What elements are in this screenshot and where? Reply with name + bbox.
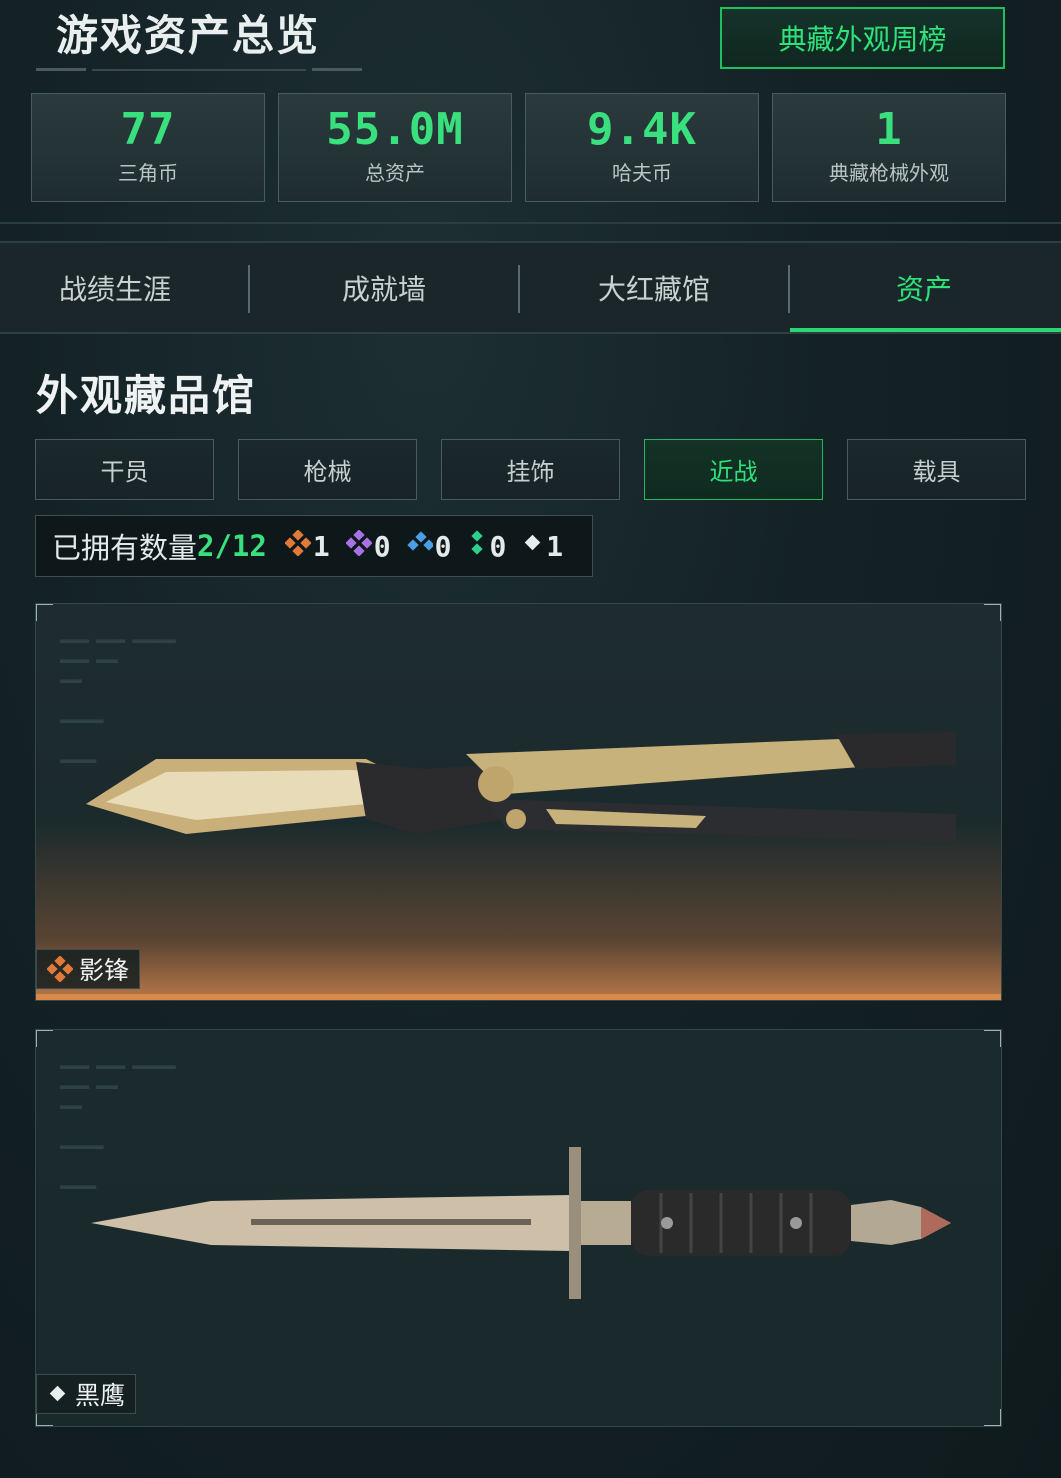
corner-marker <box>984 604 1001 621</box>
category-operators[interactable]: 干员 <box>35 439 214 500</box>
rarity-count: 1 <box>312 529 330 563</box>
tab-bar: 战绩生涯 成就墙 大红藏馆 资产 <box>0 241 1061 334</box>
orange-diamond-icon <box>47 956 73 982</box>
purple-diamond-icon <box>345 528 374 563</box>
corner-marker <box>36 604 53 621</box>
rarity-green: 0 <box>467 530 506 563</box>
stat-value: 1 <box>875 104 903 155</box>
rarity-blue: 0 <box>406 529 452 563</box>
rarity-count: 0 <box>434 529 452 563</box>
butterfly-knife-image <box>86 732 956 842</box>
rarity-count: 1 <box>546 529 564 563</box>
category-vehicles[interactable]: 载具 <box>847 439 1026 500</box>
stat-label: 总资产 <box>365 161 425 185</box>
item-name: 影锋 <box>79 956 130 985</box>
item-name: 黑鹰 <box>75 1381 126 1410</box>
corner-marker <box>984 1409 1001 1426</box>
item-card[interactable]: ▂▂▂▂ ▂▂▂▂ ▂▂▂▂▂▂ ▂▂▂▂ ▂▂▂ ▂▂▂ ▂▂▂▂▂▂ ▂▂▂▂▂… <box>35 603 1002 1001</box>
stat-card-total-assets: 55.0M 总资产 <box>278 93 512 202</box>
weekly-ranking-button[interactable]: 典藏外观周榜 <box>720 7 1005 69</box>
stat-value: 77 <box>120 104 176 155</box>
stat-value: 55.0M <box>326 104 464 155</box>
owned-count: 2/12 <box>197 529 267 563</box>
stat-label: 哈夫币 <box>612 161 672 185</box>
tab-assets[interactable]: 资产 <box>790 243 1058 332</box>
title-underline <box>36 66 362 72</box>
white-diamond-icon <box>47 1381 69 1407</box>
rarity-purple: 0 <box>345 528 391 563</box>
section-title: 外观藏品馆 <box>36 371 257 420</box>
owned-count-bar: 已拥有数量 2/12 1 0 0 0 1 <box>35 515 593 577</box>
tab-career-stats[interactable]: 战绩生涯 <box>0 243 230 332</box>
owned-label: 已拥有数量 <box>52 531 198 565</box>
stat-label: 典藏枪械外观 <box>829 161 949 185</box>
white-diamond-icon <box>522 530 546 563</box>
tab-red-collection[interactable]: 大红藏馆 <box>520 243 788 332</box>
active-tab-indicator <box>790 328 1061 332</box>
blue-diamond-icon <box>406 530 435 563</box>
stat-value: 9.4K <box>587 104 697 155</box>
item-card[interactable]: ▂▂▂▂ ▂▂▂▂ ▂▂▂▂▂▂ ▂▂▂▂ ▂▂▂ ▂▂▂ ▂▂▂▂▂▂ ▂▂▂▂▂… <box>35 1029 1002 1427</box>
header-divider <box>0 222 1061 224</box>
item-name-tag: 黑鹰 <box>36 1374 137 1414</box>
orange-diamond-icon <box>284 528 313 563</box>
stat-card-collection-skins: 1 典藏枪械外观 <box>772 93 1006 202</box>
category-melee[interactable]: 近战 <box>644 439 823 500</box>
rarity-count: 0 <box>373 529 391 563</box>
stat-card-triangle-coin: 77 三角币 <box>31 93 265 202</box>
rarity-bar <box>36 994 1001 1000</box>
stat-card-haf-coin: 9.4K 哈夫币 <box>525 93 759 202</box>
rarity-orange: 1 <box>284 528 330 563</box>
item-name-tag: 影锋 <box>36 949 141 989</box>
corner-marker <box>36 1030 53 1047</box>
tab-achievement-wall[interactable]: 成就墙 <box>250 243 518 332</box>
rarity-count: 0 <box>489 529 507 563</box>
rarity-white: 1 <box>522 530 563 563</box>
page-title: 游戏资产总览 <box>56 11 321 60</box>
category-charms[interactable]: 挂饰 <box>441 439 620 500</box>
category-firearms[interactable]: 枪械 <box>238 439 417 500</box>
stat-label: 三角币 <box>118 161 178 185</box>
green-diamond-icon <box>467 529 489 563</box>
combat-knife-image <box>91 1147 951 1299</box>
corner-marker <box>984 1030 1001 1047</box>
